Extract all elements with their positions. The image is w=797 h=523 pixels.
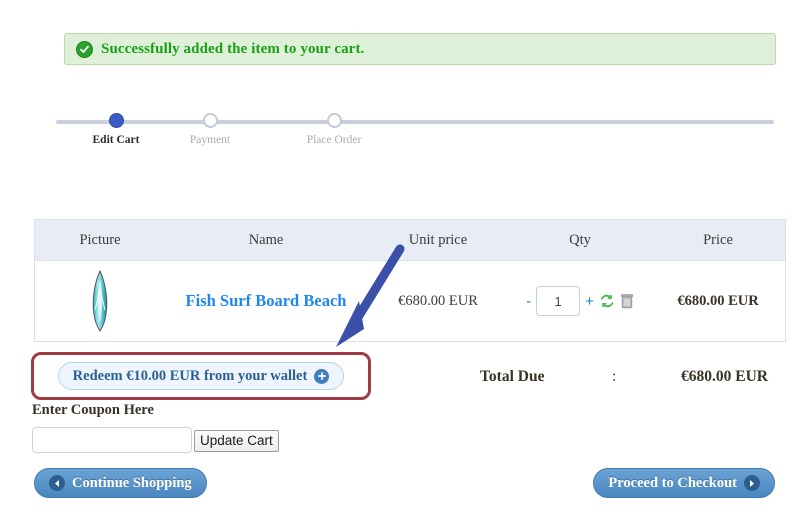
column-header-unit-price: Unit price [367, 219, 509, 261]
step-dot-inactive [326, 113, 342, 128]
step-dot-inactive [202, 113, 218, 128]
total-due-value: €680.00 EUR [681, 368, 768, 385]
trash-icon[interactable] [620, 293, 634, 309]
redeem-wallet-label: Redeem €10.00 EUR from your wallet [72, 367, 308, 384]
coupon-input[interactable] [32, 427, 192, 453]
unit-price-value: €680.00 EUR [398, 293, 478, 309]
checkout-progress-stepper: Edit Cart Payment Place Order [56, 113, 774, 153]
product-name-link[interactable]: Fish Surf Board Beach [186, 291, 347, 310]
coupon-label: Enter Coupon Here [32, 402, 154, 418]
table-row: Fish Surf Board Beach €680.00 EUR - + [34, 260, 786, 342]
line-price-value: €680.00 EUR [677, 293, 759, 309]
total-due-label: Total Due [480, 368, 545, 385]
success-alert-text: Successfully added the item to your cart… [101, 40, 365, 57]
redeem-wallet-highlight: Redeem €10.00 EUR from your wallet [31, 352, 371, 400]
cart-table-header-row: Picture Name Unit price Qty Price [34, 219, 786, 261]
cell-name: Fish Surf Board Beach [165, 260, 367, 342]
qty-input[interactable] [536, 286, 581, 316]
proceed-to-checkout-label: Proceed to Checkout [608, 474, 737, 491]
column-header-qty: Qty [509, 219, 651, 261]
column-header-picture: Picture [34, 219, 165, 261]
proceed-to-checkout-button[interactable]: Proceed to Checkout [593, 468, 775, 498]
stepper-step-label: Payment [189, 134, 231, 146]
plus-circle-icon [314, 368, 330, 384]
check-circle-icon [76, 40, 93, 58]
column-header-name: Name [165, 219, 367, 261]
continue-shopping-label: Continue Shopping [72, 474, 192, 491]
stepper-step-label: Place Order [306, 134, 362, 146]
cell-qty: - + [509, 260, 651, 342]
cell-price: €680.00 EUR [651, 260, 786, 342]
quantity-stepper: - + [510, 286, 650, 316]
qty-decrease-button[interactable]: - [526, 294, 531, 309]
cell-picture [34, 260, 165, 342]
arrow-right-circle-icon [744, 475, 760, 491]
success-alert: Successfully added the item to your cart… [64, 33, 776, 65]
stepper-step-payment[interactable]: Payment [150, 113, 270, 146]
total-due-row: Total Due : €680.00 EUR [430, 368, 776, 392]
refresh-icon[interactable] [599, 293, 615, 309]
step-dot-active [108, 113, 124, 128]
total-due-separator: : [612, 368, 617, 385]
qty-increase-button[interactable]: + [585, 294, 594, 309]
redeem-wallet-button[interactable]: Redeem €10.00 EUR from your wallet [57, 362, 345, 390]
stepper-step-place-order[interactable]: Place Order [274, 113, 394, 146]
surfboard-thumbnail-icon[interactable] [87, 270, 113, 332]
continue-shopping-button[interactable]: Continue Shopping [34, 468, 207, 498]
cart-table: Picture Name Unit price Qty Price Fish S… [34, 219, 786, 342]
arrow-left-circle-icon [49, 475, 65, 491]
cell-unit-price: €680.00 EUR [367, 260, 509, 342]
update-cart-button[interactable]: Update Cart [194, 430, 279, 452]
column-header-price: Price [651, 219, 786, 261]
